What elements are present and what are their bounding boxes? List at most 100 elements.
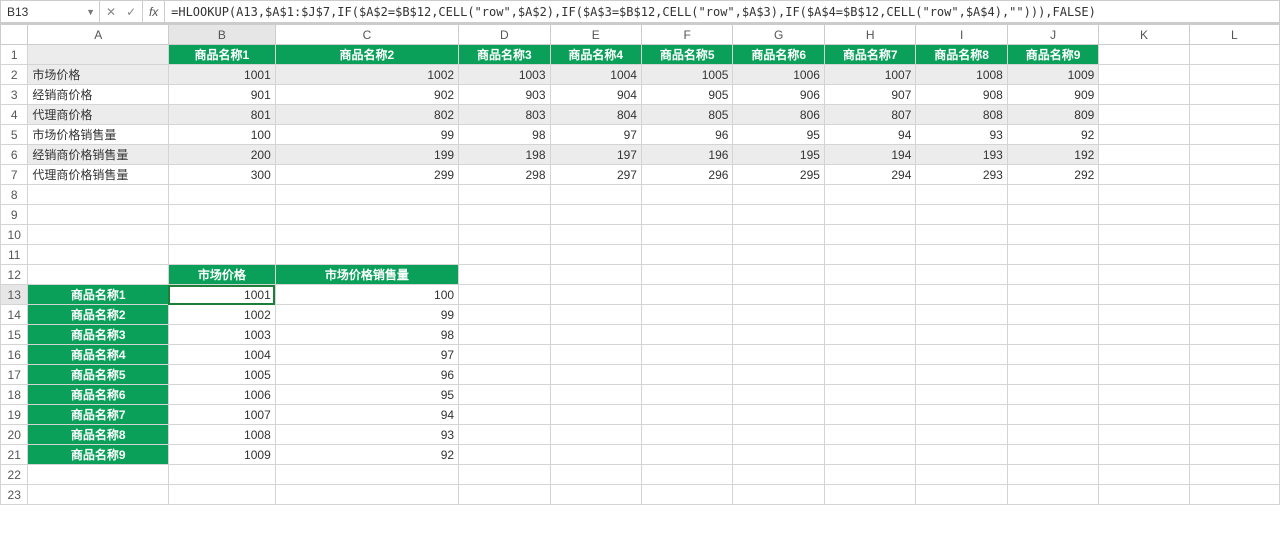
table2-value-c[interactable]: 92: [275, 445, 458, 465]
table2-row-label[interactable]: 商品名称2: [28, 305, 169, 325]
cell-E10[interactable]: [550, 225, 641, 245]
cell-H19[interactable]: [824, 405, 915, 425]
cell-K13[interactable]: [1099, 285, 1189, 305]
table1-value[interactable]: 96: [641, 125, 732, 145]
cell-E14[interactable]: [550, 305, 641, 325]
table1-value[interactable]: 802: [275, 105, 458, 125]
cell-G12[interactable]: [733, 265, 824, 285]
row-header-20[interactable]: 20: [1, 425, 28, 445]
cell-E9[interactable]: [550, 205, 641, 225]
row-header-22[interactable]: 22: [1, 465, 28, 485]
cell-D14[interactable]: [459, 305, 550, 325]
table1-value[interactable]: 95: [733, 125, 824, 145]
table1-col-header[interactable]: 商品名称3: [459, 45, 550, 65]
table1-value[interactable]: 298: [459, 165, 550, 185]
cell-D10[interactable]: [459, 225, 550, 245]
cell-H12[interactable]: [824, 265, 915, 285]
table2-value-c[interactable]: 94: [275, 405, 458, 425]
cell-K18[interactable]: [1099, 385, 1189, 405]
table1-value[interactable]: 909: [1007, 85, 1098, 105]
cell-G9[interactable]: [733, 205, 824, 225]
cell-F17[interactable]: [641, 365, 732, 385]
formula-input[interactable]: =HLOOKUP(A13,$A$1:$J$7,IF($A$2=$B$12,CEL…: [165, 0, 1280, 23]
table1-row-label[interactable]: 代理商价格: [28, 105, 169, 125]
cell-D23[interactable]: [459, 485, 550, 505]
table1-col-header[interactable]: 商品名称2: [275, 45, 458, 65]
cell-G20[interactable]: [733, 425, 824, 445]
table1-row-label[interactable]: 市场价格销售量: [28, 125, 169, 145]
row-header-3[interactable]: 3: [1, 85, 28, 105]
table2-value-c[interactable]: 98: [275, 325, 458, 345]
cell-I15[interactable]: [916, 325, 1007, 345]
table1-value[interactable]: 1007: [824, 65, 915, 85]
table1-value[interactable]: 809: [1007, 105, 1098, 125]
table1-value[interactable]: 198: [459, 145, 550, 165]
col-header-K[interactable]: K: [1099, 25, 1189, 45]
table1-value[interactable]: 194: [824, 145, 915, 165]
cell-K8[interactable]: [1099, 185, 1189, 205]
table1-value[interactable]: 1005: [641, 65, 732, 85]
cell-D20[interactable]: [459, 425, 550, 445]
cell-F23[interactable]: [641, 485, 732, 505]
table1-value[interactable]: 94: [824, 125, 915, 145]
cell-H9[interactable]: [824, 205, 915, 225]
cell-L16[interactable]: [1189, 345, 1279, 365]
cell-K10[interactable]: [1099, 225, 1189, 245]
cell-H8[interactable]: [824, 185, 915, 205]
cell-D22[interactable]: [459, 465, 550, 485]
cell-K17[interactable]: [1099, 365, 1189, 385]
cell-L21[interactable]: [1189, 445, 1279, 465]
cell-C10[interactable]: [275, 225, 458, 245]
cell-J12[interactable]: [1007, 265, 1098, 285]
table1-value[interactable]: 92: [1007, 125, 1098, 145]
row-header-23[interactable]: 23: [1, 485, 28, 505]
table1-value[interactable]: 908: [916, 85, 1007, 105]
cell-E16[interactable]: [550, 345, 641, 365]
cell-G10[interactable]: [733, 225, 824, 245]
table1-value[interactable]: 1003: [459, 65, 550, 85]
cell-I8[interactable]: [916, 185, 1007, 205]
col-header-D[interactable]: D: [459, 25, 550, 45]
cell-D13[interactable]: [459, 285, 550, 305]
cell-I14[interactable]: [916, 305, 1007, 325]
cell-D9[interactable]: [459, 205, 550, 225]
row-header-6[interactable]: 6: [1, 145, 28, 165]
table2-value-b[interactable]: 1008: [168, 425, 275, 445]
cell-B11[interactable]: [168, 245, 275, 265]
name-box[interactable]: B13 ▼: [0, 0, 100, 23]
cell-K1[interactable]: [1099, 45, 1189, 65]
table1-value[interactable]: 806: [733, 105, 824, 125]
table1-value[interactable]: 293: [916, 165, 1007, 185]
cell-L18[interactable]: [1189, 385, 1279, 405]
cell-F9[interactable]: [641, 205, 732, 225]
cell-K16[interactable]: [1099, 345, 1189, 365]
cell-J10[interactable]: [1007, 225, 1098, 245]
cell-K15[interactable]: [1099, 325, 1189, 345]
cell-A22[interactable]: [28, 465, 169, 485]
row-header-5[interactable]: 5: [1, 125, 28, 145]
cell-L14[interactable]: [1189, 305, 1279, 325]
cell-K6[interactable]: [1099, 145, 1189, 165]
cell-J22[interactable]: [1007, 465, 1098, 485]
cell-J13[interactable]: [1007, 285, 1098, 305]
cell-D15[interactable]: [459, 325, 550, 345]
cell-G14[interactable]: [733, 305, 824, 325]
cell-A23[interactable]: [28, 485, 169, 505]
cell-D17[interactable]: [459, 365, 550, 385]
cell-F19[interactable]: [641, 405, 732, 425]
row-header-10[interactable]: 10: [1, 225, 28, 245]
table1-value[interactable]: 1009: [1007, 65, 1098, 85]
col-header-F[interactable]: F: [641, 25, 732, 45]
cell-G16[interactable]: [733, 345, 824, 365]
cell-F8[interactable]: [641, 185, 732, 205]
row-header-21[interactable]: 21: [1, 445, 28, 465]
table2-row-label[interactable]: 商品名称3: [28, 325, 169, 345]
table1-col-header[interactable]: 商品名称5: [641, 45, 732, 65]
cell-L17[interactable]: [1189, 365, 1279, 385]
cell-A11[interactable]: [28, 245, 169, 265]
cell-L4[interactable]: [1189, 105, 1279, 125]
table1-value[interactable]: 299: [275, 165, 458, 185]
cell-L23[interactable]: [1189, 485, 1279, 505]
col-header-I[interactable]: I: [916, 25, 1007, 45]
cell-K7[interactable]: [1099, 165, 1189, 185]
